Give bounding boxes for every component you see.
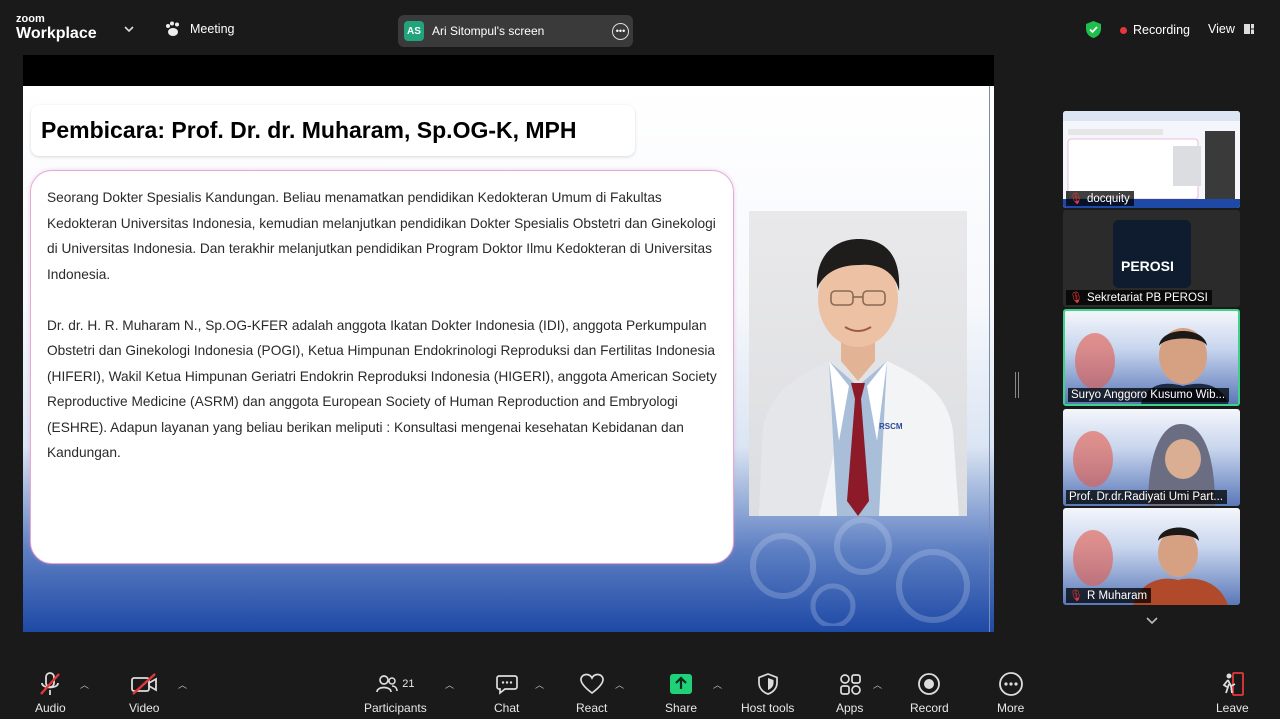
- more-dots-icon: [998, 672, 1023, 696]
- mic-muted-icon: [40, 672, 61, 695]
- decorative-pattern: [750, 517, 970, 626]
- participants-options-caret-icon[interactable]: ︿: [445, 678, 454, 691]
- perosi-logo: PEROSI: [1113, 220, 1191, 288]
- record-icon: [918, 673, 941, 695]
- coat-logo: RSCM: [879, 422, 903, 431]
- participant-name-tag: 🎙 docquity: [1066, 191, 1134, 206]
- host-shield-icon: [757, 673, 778, 695]
- share-label: Ari Sitompul's screen: [432, 24, 545, 38]
- participant-name-tag: 🎙 Sekretariat PB PEROSI: [1066, 290, 1212, 305]
- host-tools-label: Host tools: [741, 701, 795, 715]
- share-options-caret-icon[interactable]: ︿: [713, 678, 722, 691]
- video-options-caret-icon[interactable]: ︿: [178, 678, 187, 691]
- speaker-photo: RSCM: [749, 211, 967, 516]
- grid-view-icon: [1243, 24, 1254, 34]
- more-button[interactable]: More: [997, 670, 1024, 715]
- apps-label: Apps: [836, 701, 864, 715]
- top-bar: zoom Workplace Meeting AS Ari Sitompul's…: [0, 0, 1280, 60]
- react-button[interactable]: React: [576, 670, 607, 715]
- video-off-icon: [131, 673, 158, 695]
- participants-label: Participants: [364, 701, 427, 715]
- participants-count: 21: [402, 678, 415, 690]
- slide-title: Pembicara: Prof. Dr. dr. Muharam, Sp.OG-…: [41, 117, 577, 143]
- paw-icon: [166, 21, 179, 36]
- participant-name: R Muharam: [1086, 589, 1148, 602]
- participant-tile-2[interactable]: PEROSI 🎙 Sekretariat PB PEROSI: [1063, 210, 1240, 307]
- host-tools-button[interactable]: Host tools: [741, 670, 794, 715]
- participant-name: Prof. Dr.dr.Radiyati Umi Part...: [1069, 491, 1224, 503]
- security-shield-icon[interactable]: [1085, 20, 1102, 39]
- shared-screen: Pembicara: Prof. Dr. dr. Muharam, Sp.OG-…: [23, 55, 994, 632]
- chevron-down-icon[interactable]: [122, 22, 136, 36]
- heart-icon: [579, 673, 604, 695]
- bio-paragraph-1: Seorang Dokter Spesialis Kandungan. Beli…: [47, 190, 716, 282]
- share-label: Share: [665, 701, 698, 715]
- video-button[interactable]: Video: [129, 670, 159, 715]
- leave-icon: [1223, 672, 1245, 696]
- sharer-avatar: AS: [404, 21, 424, 41]
- leave-button[interactable]: Leave: [1216, 670, 1249, 715]
- bottom-toolbar: Audio ︿ Video ︿ 21 Participants ︿ Chat ︿: [0, 662, 1280, 719]
- slide-title-box: Pembicara: Prof. Dr. dr. Muharam, Sp.OG-…: [31, 105, 635, 156]
- participant-tile-4[interactable]: Prof. Dr.dr.Radiyati Umi Part...: [1063, 409, 1240, 506]
- react-label: React: [576, 701, 608, 715]
- record-button[interactable]: Record: [910, 670, 949, 715]
- record-label: Record: [910, 701, 949, 715]
- chat-button[interactable]: Chat: [494, 670, 519, 715]
- share-button[interactable]: Share: [665, 670, 697, 715]
- chat-options-caret-icon[interactable]: ︿: [535, 678, 544, 691]
- more-options-icon[interactable]: •••: [612, 22, 629, 40]
- apps-icon: [839, 674, 861, 695]
- bio-paragraph-2: Dr. dr. H. R. Muharam N., Sp.OG-KFER ada…: [47, 317, 717, 461]
- zoom-logo: zoom Workplace: [16, 14, 97, 42]
- participant-name-tag: Suryo Anggoro Kusumo Wib...: [1068, 388, 1230, 402]
- participant-name-tag: 🎙 R Muharam: [1066, 588, 1152, 603]
- meeting-info-button[interactable]: Meeting: [164, 21, 234, 37]
- participant-name-tag: Prof. Dr.dr.Radiyati Umi Part...: [1066, 490, 1228, 504]
- video-label: Video: [129, 701, 160, 715]
- participant-name: docquity: [1086, 192, 1130, 205]
- scroll-down-chevron-icon[interactable]: [1145, 614, 1159, 626]
- presentation-slide: Pembicara: Prof. Dr. dr. Muharam, Sp.OG-…: [23, 86, 994, 632]
- recording-indicator[interactable]: Recording: [1120, 23, 1190, 37]
- more-label: More: [997, 701, 1025, 715]
- speaker-bio-box: Seorang Dokter Spesialis Kandungan. Beli…: [30, 170, 734, 564]
- panel-resize-handle[interactable]: [1015, 372, 1019, 398]
- mic-muted-icon: 🎙: [1069, 590, 1083, 602]
- audio-label: Audio: [35, 701, 66, 715]
- participant-tile-5[interactable]: 🎙 R Muharam: [1063, 508, 1240, 605]
- leave-label: Leave: [1216, 701, 1249, 715]
- logo-line1: zoom: [16, 13, 45, 25]
- recording-dot-icon: [1120, 26, 1127, 34]
- view-label: View: [1208, 22, 1235, 36]
- audio-button[interactable]: Audio: [35, 670, 66, 715]
- apps-options-caret-icon[interactable]: ︿: [873, 678, 882, 691]
- chat-label: Chat: [494, 701, 520, 715]
- perosi-logo-text: PEROSI: [1121, 258, 1174, 274]
- share-screen-icon: [670, 674, 693, 694]
- screen-share-indicator[interactable]: AS Ari Sitompul's screen •••: [398, 15, 633, 47]
- participants-icon: [376, 675, 398, 693]
- mic-muted-icon: 🎙: [1069, 292, 1083, 304]
- view-button[interactable]: View: [1208, 22, 1255, 36]
- slide-edge: [989, 86, 990, 632]
- mic-muted-icon: 🎙: [1069, 193, 1083, 205]
- react-options-caret-icon[interactable]: ︿: [615, 678, 624, 691]
- participant-name: Sekretariat PB PEROSI: [1086, 291, 1208, 304]
- audio-options-caret-icon[interactable]: ︿: [80, 678, 89, 691]
- apps-button[interactable]: Apps: [836, 670, 863, 715]
- participant-tile-1[interactable]: 🎙 docquity: [1063, 111, 1240, 208]
- participants-button[interactable]: 21 Participants: [364, 670, 427, 715]
- logo-line2: Workplace: [16, 25, 97, 42]
- participant-name: Suryo Anggoro Kusumo Wib...: [1071, 389, 1226, 401]
- chat-icon: [495, 675, 518, 695]
- meeting-label: Meeting: [190, 22, 235, 36]
- recording-label: Recording: [1133, 23, 1190, 37]
- participant-tile-3[interactable]: Suryo Anggoro Kusumo Wib...: [1063, 309, 1240, 406]
